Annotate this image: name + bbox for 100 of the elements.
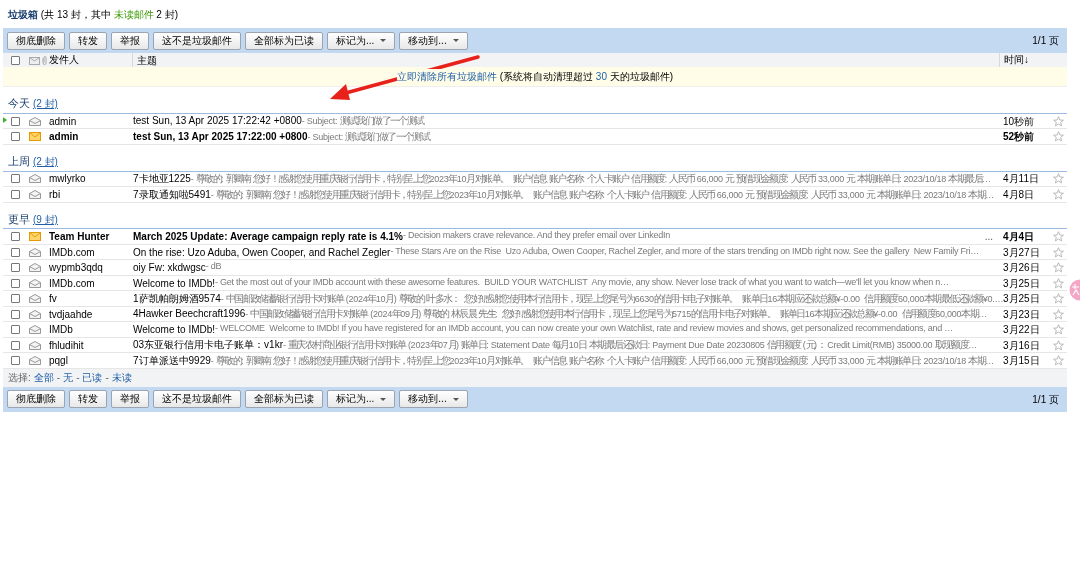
- clear-spam-link[interactable]: 立即清除所有垃圾邮件: [396, 71, 497, 82]
- ellipsis-text: ...: [984, 230, 994, 244]
- row-checkbox[interactable]: [11, 263, 20, 272]
- time-text: 10秒前: [1002, 114, 1036, 129]
- time-text: 4月11日: [1002, 172, 1040, 187]
- preview-text: - 中国邮政储蓄银行信用卡对账单 (2024年10月) 尊敬的 叶多水： 您好!感谢您使用本行信用卡，现呈上您尾号为6630的信用卡电子对账单。 账单日16本期应还款总额¥-0.00 信用额度60,000本期最低还款额¥0.…: [220, 291, 1004, 306]
- dropdown-button[interactable]: 移动到...: [399, 390, 468, 409]
- star-icon[interactable]: [1053, 308, 1064, 320]
- page-indicator: 1/1 页: [1032, 34, 1060, 48]
- preview-text: - Subject: 测试我们做了一个测试: [307, 129, 430, 144]
- message-row[interactable]: [3, 275, 1067, 292]
- row-checkbox[interactable]: [11, 132, 20, 141]
- message-row[interactable]: tvdjaahde 4Hawker Beechcraft1996- 中国邮政储蓄银行信用卡对账单 (2024年09月) 尊敬的 林辰晨 先生: 您好!感谢您使用本行信用卡，现呈上您尾号为5715的信用卡电子对账单。 账单日16本期应还款总额¥-0.00 信用额度60,000本期… 3月23日: [3, 306, 1067, 323]
- message-row[interactable]: mwlyrko 7卡地亚1225- 尊敬的: 郭卿南 您好！感谢您使用重庆银行信用卡，特别呈上您2023年10月对账单。 账户信息 账户名称: 个人卡账户 信用额度: 人民币 66,000 元 预借现金额度: 人民币 33,000 元 本期账单日: 2023/10/18 本期最后… 4月11日: [3, 171, 1067, 187]
- message-row[interactable]: fhludihit 03东亚银行信用卡电子账单：v1kr- 重庆农村商业银行信用卡对账单 (2023年07月) 账单日: Statement Date 每月10日 本期最后还款日: Payment Due Date 20230805 信用额度 (元)： Credit Limit(RMB) 35000.00 取现额度… 3月16日: [3, 337, 1067, 354]
- open-envelope-icon: [29, 356, 41, 365]
- select-link[interactable]: 已读: [82, 370, 103, 386]
- subject-text: Welcome to IMDb!: [133, 323, 216, 337]
- toolbar-button[interactable]: 举报: [111, 390, 149, 409]
- message-row[interactable]: [3, 244, 1067, 261]
- time-text: 52秒前: [1002, 130, 1036, 144]
- sender-text: mwlyrko: [49, 172, 87, 187]
- star-icon[interactable]: [1053, 246, 1064, 258]
- time-text: 3月15日: [1002, 354, 1041, 368]
- message-row[interactable]: admin test Sun, 13 Apr 2025 17:22:00 +0800- Subject: 测试我们做了一个测试 52秒前: [3, 129, 1067, 145]
- preview-text: - 重庆农村商业银行信用卡对账单 (2023年07月) 账单日: Statement Date 每月10日 本期最后还款日: Payment Due Date 20230805 信用额度 (元)： Credit Limit(RMB) 35000.00 取现额度…: [283, 338, 977, 353]
- dropdown-button[interactable]: 移动到...: [399, 31, 468, 50]
- toolbar-button[interactable]: 这不是垃圾邮件: [153, 31, 241, 50]
- message-row[interactable]: pqgl 7订单派送中9929- 尊敬的: 郭卿南 您好！感谢您使用重庆银行信用卡，特别呈上您2023年10月对账单。 账户信息 账户名称: 个人卡账户 信用额度: 人民币 66,000 元 预借现金额度: 人民币 33,000 元 本期账单日: 2023/10/18 本期… 3月15日: [3, 353, 1067, 369]
- preview-text: - 尊敬的: 郭卿南 您好！感谢您使用重庆银行信用卡，特别呈上您2023年10月对账单。 账户信息 账户名称: 个人卡账户 信用额度: 人民币 66,000 元 预借现金额度: 人民币 33,000 元 本期账单日: 2023/10/18 本期…: [210, 353, 994, 368]
- select-link[interactable]: 未读: [111, 370, 132, 386]
- row-checkbox[interactable]: [11, 189, 20, 199]
- toolbar-button[interactable]: 这不是垃圾邮件: [153, 390, 241, 409]
- toolbar-button[interactable]: 全部标为已读: [245, 390, 323, 409]
- star-icon[interactable]: [1053, 188, 1064, 200]
- group-count-link[interactable]: (2 封): [32, 98, 58, 109]
- open-envelope-icon: [29, 263, 41, 272]
- open-envelope-icon: [29, 309, 41, 319]
- time-text: 3月22日: [1002, 323, 1041, 337]
- star-icon[interactable]: [1053, 339, 1064, 351]
- closed-envelope-icon: [29, 232, 41, 241]
- preview-text: - Subject: 测试我们做了一个测试: [301, 114, 424, 129]
- star-icon[interactable]: [1053, 131, 1064, 142]
- star-icon[interactable]: [1053, 115, 1064, 127]
- toolbar-button[interactable]: 彻底删除: [7, 31, 65, 50]
- preview-text: - dB: [205, 260, 222, 271]
- folder-title: 垃圾箱: [8, 9, 38, 20]
- open-envelope-icon: [29, 340, 41, 350]
- row-checkbox[interactable]: [11, 174, 20, 184]
- row-checkbox[interactable]: [11, 247, 20, 257]
- open-envelope-icon: [29, 247, 41, 257]
- star-icon[interactable]: [1053, 324, 1064, 335]
- open-envelope-icon: [29, 116, 41, 126]
- star-icon[interactable]: [1053, 173, 1064, 185]
- row-checkbox[interactable]: [11, 294, 20, 303]
- dropdown-button[interactable]: 标记为...: [327, 390, 396, 409]
- time-text: 3月26日: [1002, 261, 1041, 275]
- time-text: 3月27日: [1002, 245, 1041, 260]
- star-icon[interactable]: [1053, 262, 1064, 273]
- row-checkbox[interactable]: [11, 309, 20, 319]
- subject-text: March 2025 Update: Average campaign reply rate is 4.1%: [133, 230, 403, 244]
- sender-text: Team Hunter: [49, 230, 111, 244]
- message-row[interactable]: [3, 322, 1067, 338]
- separator-text: -: [105, 371, 109, 386]
- row-checkbox[interactable]: [11, 232, 20, 241]
- toolbar-button[interactable]: 全部标为已读: [245, 31, 323, 50]
- subject-text: 7录取通知啦5491: [133, 187, 211, 202]
- message-row[interactable]: admin test Sun, 13 Apr 2025 17:22:42 +0800- Subject: 测试我们做了一个测试 10秒前: [3, 113, 1067, 130]
- toolbar-button[interactable]: 转发: [69, 31, 107, 50]
- message-row[interactable]: fv 1萨凯帕朗姆酒9574- 中国邮政储蓄银行信用卡对账单 (2024年10月) 尊敬的 叶多水： 您好!感谢您使用本行信用卡，现呈上您尾号为6630的信用卡电子对账单。 账单日16本期应还款总额¥-0.00 信用额度60,000本期最低还款额¥0.…3月25日: [3, 291, 1067, 307]
- group-count-link[interactable]: (9 封): [32, 213, 58, 225]
- dropdown-button[interactable]: 标记为...: [327, 31, 396, 50]
- sender-text: tvdjaahde: [49, 307, 94, 322]
- select-link[interactable]: 全部: [33, 370, 54, 386]
- toolbar-button[interactable]: 彻底删除: [7, 390, 65, 409]
- row-checkbox[interactable]: [11, 278, 20, 288]
- caret-icon: [380, 39, 387, 42]
- select-all-checkbox[interactable]: [11, 55, 20, 65]
- open-envelope-icon: [29, 189, 41, 199]
- sender-text: fv: [49, 292, 58, 306]
- preview-text: - 中国邮政储蓄银行信用卡对账单 (2024年09月) 尊敬的 林辰晨 先生: 您好!感谢您使用本行信用卡，现呈上您尾号为5715的信用卡电子对账单。 账单日16本期应还款总额¥-0.00 信用额度60,000本期…: [245, 307, 987, 322]
- star-icon[interactable]: [1053, 277, 1064, 289]
- star-icon[interactable]: [1053, 293, 1064, 304]
- row-checkbox[interactable]: [11, 116, 20, 126]
- group-count-link[interactable]: (2 封): [32, 155, 58, 167]
- separator-text: -: [76, 371, 80, 386]
- toolbar-button[interactable]: 举报: [111, 31, 149, 50]
- unread-link[interactable]: 未读邮件: [113, 9, 154, 20]
- select-link[interactable]: 无: [63, 370, 74, 386]
- toolbar-button[interactable]: 转发: [69, 390, 107, 409]
- star-icon[interactable]: [1053, 231, 1064, 242]
- message-row[interactable]: rbi 7录取通知啦5491- 尊敬的: 郭卿南 您好！感谢您使用重庆银行信用卡，特别呈上您2023年10月对账单。 账户信息 账户名称: 个人卡账户 信用额度: 人民币 66,000 元 预借现金额度: 人民币 33,000 元 本期账单日: 2023/10/18 本期… 4月8日: [3, 187, 1067, 203]
- star-icon[interactable]: [1053, 355, 1064, 366]
- subject-text: 03东亚银行信用卡电子账单：v1kr: [133, 338, 283, 353]
- sender-text: rbi: [49, 187, 62, 202]
- row-checkbox[interactable]: [11, 356, 20, 365]
- row-checkbox[interactable]: [11, 340, 20, 350]
- column-header[interactable]: 主题: [137, 52, 157, 68]
- sender-text: wypmb3qdq: [49, 261, 104, 275]
- row-checkbox[interactable]: [11, 325, 20, 334]
